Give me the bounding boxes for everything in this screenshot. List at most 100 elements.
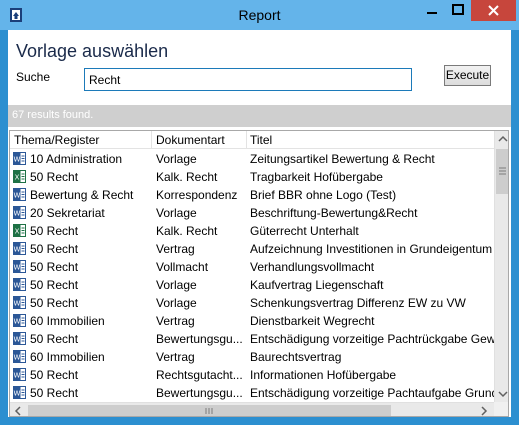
table-row[interactable]: W 60 Immobilien Vertrag Baurechtsvertrag [10,348,494,366]
cell-titel: Verhandlungsvollmacht [250,260,375,274]
search-label: Suche [16,70,51,84]
word-document-icon: W [13,332,26,345]
execute-button[interactable]: Execute [444,65,491,86]
svg-text:W: W [14,192,21,200]
table-row[interactable]: W 50 Recht Bewertungsgu... Entschädigung vo… [10,384,494,402]
maximize-icon [452,4,464,15]
cell-dokumentart: Bewertungsgu... [156,386,243,400]
table-row[interactable]: X 50 Recht Kalk. Recht Güterrecht Unterhalt [10,222,494,240]
cell-titel: Informationen Hofübergabe [250,368,397,382]
column-header-titel[interactable]: Titel [250,133,272,147]
cell-dokumentart: Kalk. Recht [156,224,218,238]
dialog-heading: Vorlage auswählen [16,41,169,61]
word-document-icon: W [13,152,26,165]
cell-titel: Schenkungsvertrag Differenz EW zu VW [250,296,466,310]
svg-text:W: W [14,210,21,218]
cell-titel: Brief BBR ohne Logo (Test) [250,188,397,202]
cell-thema: 20 Sekretariat [30,206,105,220]
scroll-up-arrow-icon[interactable] [495,131,509,147]
table-row[interactable]: W 50 Recht Vollmacht Verhandlungsvollmacht [10,258,494,276]
cell-thema: 50 Recht [30,368,79,382]
cell-titel: Kaufvertrag Liegenschaft [250,278,384,292]
search-input[interactable] [84,68,412,91]
excel-document-icon: X [13,224,26,237]
table-header: Thema/Register Dokumentart Titel [10,131,494,149]
maximize-button[interactable] [445,0,471,21]
dialog-body: Vorlage auswählen Suche Execute 67 resul… [8,30,511,417]
excel-document-icon: X [13,170,26,183]
horizontal-scroll-thumb[interactable] [28,405,391,417]
cell-dokumentart: Vorlage [156,206,197,220]
cell-titel: Zeitungsartikel Bewertung & Recht [250,152,435,166]
close-icon [488,5,499,16]
word-document-icon: W [13,386,26,399]
svg-text:W: W [14,156,21,164]
close-button[interactable] [471,0,516,21]
cell-dokumentart: Korrespondenz [156,188,238,202]
cell-dokumentart: Vorlage [156,278,197,292]
table-row[interactable]: W 50 Recht Vertrag Aufzeichnung Investition… [10,240,494,258]
vertical-scroll-thumb[interactable] [496,149,509,194]
cell-thema: Bewertung & Recht [30,188,134,202]
table-row[interactable]: X 50 Recht Kalk. Recht Tragbarkeit Hofüberg… [10,168,494,186]
svg-text:W: W [14,372,21,380]
svg-text:W: W [14,300,21,308]
table-row[interactable]: W 50 Recht Vorlage Schenkungsvertrag Differ… [10,294,494,312]
vertical-scrollbar[interactable] [494,131,509,402]
scroll-left-arrow-icon[interactable] [10,403,26,417]
cell-titel: Güterrecht Unterhalt [250,224,359,238]
table-row[interactable]: W Bewertung & Recht Korrespondenz Brief BBR… [10,186,494,204]
minimize-button[interactable] [419,0,445,21]
title-bar[interactable]: Report [0,0,519,30]
cell-titel: Beschriftung-Bewertung&Recht [250,206,418,220]
cell-dokumentart: Vorlage [156,152,197,166]
table-row[interactable]: W 50 Recht Vorlage Kaufvertrag Liegenschaft [10,276,494,294]
svg-text:W: W [14,390,21,398]
word-document-icon: W [13,350,26,363]
word-document-icon: W [13,296,26,309]
word-document-icon: W [13,242,26,255]
table-row[interactable]: W 20 Sekretariat Vorlage Beschriftung-Bewer… [10,204,494,222]
svg-text:W: W [14,354,21,362]
cell-dokumentart: Vertrag [156,350,195,364]
svg-text:W: W [14,318,21,326]
scroll-down-arrow-icon[interactable] [495,386,509,402]
table-row[interactable]: W 50 Recht Bewertungsgu... Entschädigung vo… [10,330,494,348]
word-document-icon: W [13,314,26,327]
cell-thema: 50 Recht [30,386,79,400]
table-row[interactable]: W 60 Immobilien Vertrag Dienstbarkeit Wegre… [10,312,494,330]
word-document-icon: W [13,206,26,219]
cell-thema: 60 Immobilien [30,314,105,328]
cell-titel: Aufzeichnung Investitionen in Grundeigen… [250,242,494,256]
scroll-right-arrow-icon[interactable] [476,403,492,417]
cell-thema: 50 Recht [30,332,79,346]
word-document-icon: W [13,278,26,291]
cell-dokumentart: Kalk. Recht [156,170,218,184]
cell-dokumentart: Vollmacht [156,260,209,274]
word-document-icon: W [13,368,26,381]
horizontal-scrollbar[interactable] [10,402,494,417]
word-document-icon: W [13,260,26,273]
cell-thema: 50 Recht [30,170,79,184]
cell-titel: Tragbarkeit Hofübergabe [250,170,383,184]
results-status: 67 results found. [8,105,511,127]
cell-titel: Baurechtsvertrag [250,350,342,364]
svg-text:X: X [15,174,20,182]
cell-thema: 60 Immobilien [30,350,105,364]
table-row[interactable]: W 10 Administration Vorlage Zeitungsartikel… [10,150,494,168]
results-table: Thema/Register Dokumentart Titel W 10 Adm… [9,130,509,417]
word-document-icon: W [13,188,26,201]
svg-text:X: X [15,228,20,236]
column-divider[interactable] [246,131,247,149]
cell-thema: 50 Recht [30,260,79,274]
table-row[interactable]: W 50 Recht Rechtsgutacht... Informationen H… [10,366,494,384]
column-header-dokumentart[interactable]: Dokumentart [156,133,225,147]
svg-text:W: W [14,282,21,290]
column-header-thema[interactable]: Thema/Register [14,133,99,147]
minimize-icon [427,12,437,14]
column-divider[interactable] [151,131,152,149]
svg-text:W: W [14,264,21,272]
cell-dokumentart: Bewertungsgu... [156,332,243,346]
cell-dokumentart: Rechtsgutacht... [156,368,243,382]
cell-dokumentart: Vertrag [156,242,195,256]
